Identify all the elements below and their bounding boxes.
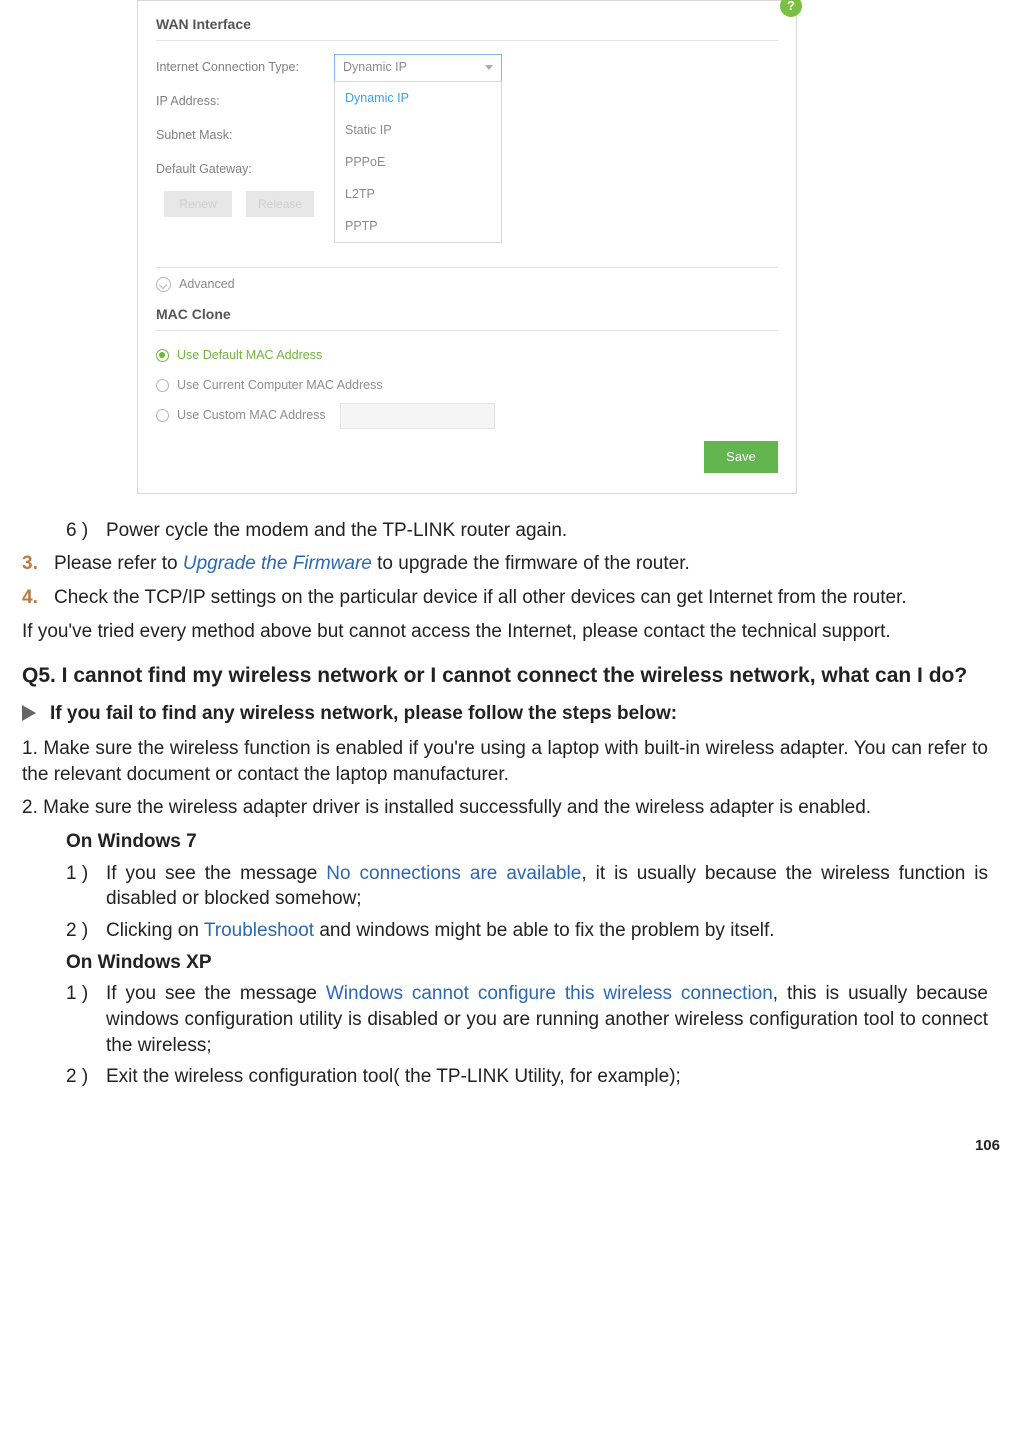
connection-type-select[interactable]: Dynamic IP	[334, 54, 502, 82]
option-dynamic-ip[interactable]: Dynamic IP	[335, 82, 501, 114]
section-wan-interface: WAN Interface	[156, 7, 778, 41]
radio-icon	[156, 379, 169, 392]
list-marker: 6 )	[66, 518, 94, 544]
option-l2tp[interactable]: L2TP	[335, 178, 501, 210]
list-marker: 1 )	[66, 981, 94, 1058]
numbered-paragraph: 1. Make sure the wireless function is en…	[22, 736, 988, 787]
connection-type-dropdown: Dynamic IP Static IP PPPoE L2TP PPTP	[334, 81, 502, 243]
step-text: Power cycle the modem and the TP-LINK ro…	[106, 518, 567, 544]
radio-icon	[156, 409, 169, 422]
mac-option-default[interactable]: Use Default MAC Address	[156, 341, 778, 371]
list-marker: 4.	[22, 585, 44, 611]
mac-option-label: Use Custom MAC Address	[177, 407, 326, 424]
mac-option-label: Use Default MAC Address	[177, 347, 322, 364]
os-heading-win7: On Windows 7	[66, 829, 988, 855]
ui-message-text: No connections are available	[326, 863, 581, 884]
mac-option-custom[interactable]: Use Custom MAC Address	[156, 401, 778, 431]
link-upgrade-firmware[interactable]: Upgrade the Firmware	[183, 553, 372, 574]
option-static-ip[interactable]: Static IP	[335, 114, 501, 146]
subheading: If you fail to find any wireless network…	[50, 701, 677, 727]
renew-button[interactable]: Renew	[164, 191, 232, 217]
custom-mac-input[interactable]	[340, 403, 495, 429]
step-text: Exit the wireless configuration tool( th…	[106, 1064, 681, 1090]
paragraph: If you've tried every method above but c…	[22, 619, 988, 645]
list-item-text: Please refer to Upgrade the Firmware to …	[54, 551, 690, 577]
label-ip-address: IP Address:	[156, 93, 334, 110]
option-pppoe[interactable]: PPPoE	[335, 146, 501, 178]
numbered-paragraph: 2. Make sure the wireless adapter driver…	[22, 795, 988, 821]
triangle-bullet-icon	[22, 705, 36, 721]
release-button[interactable]: Release	[246, 191, 314, 217]
expand-icon	[156, 277, 171, 292]
label-connection-type: Internet Connection Type:	[156, 59, 334, 76]
list-marker: 2 )	[66, 918, 94, 944]
document-body: 6 ) Power cycle the modem and the TP-LIN…	[0, 494, 1010, 1106]
advanced-toggle[interactable]: Advanced	[156, 267, 778, 297]
chevron-down-icon	[485, 65, 493, 70]
connection-type-value: Dynamic IP	[343, 59, 407, 76]
step-text: Clicking on Troubleshoot and windows mig…	[106, 918, 775, 944]
save-button[interactable]: Save	[704, 441, 778, 473]
ui-message-text: Windows cannot configure this wireless c…	[326, 983, 773, 1004]
radio-icon	[156, 349, 169, 362]
mac-option-current[interactable]: Use Current Computer MAC Address	[156, 371, 778, 401]
step-text: If you see the message No connections ar…	[106, 861, 988, 912]
os-heading-winxp: On Windows XP	[66, 950, 988, 976]
ui-message-text: Troubleshoot	[204, 920, 314, 941]
advanced-label: Advanced	[179, 276, 235, 293]
list-marker: 2 )	[66, 1064, 94, 1090]
help-icon[interactable]: ?	[780, 0, 802, 17]
section-mac-clone: MAC Clone	[156, 297, 778, 331]
label-default-gateway: Default Gateway:	[156, 161, 334, 178]
list-marker: 1 )	[66, 861, 94, 912]
page-number: 106	[0, 1106, 1010, 1164]
step-text: If you see the message Windows cannot co…	[106, 981, 988, 1058]
mac-option-label: Use Current Computer MAC Address	[177, 377, 383, 394]
question-heading: Q5. I cannot find my wireless network or…	[22, 662, 988, 690]
router-settings-panel: ? WAN Interface Internet Connection Type…	[137, 0, 797, 494]
option-pptp[interactable]: PPTP	[335, 210, 501, 242]
list-marker: 3.	[22, 551, 44, 577]
list-item-text: Check the TCP/IP settings on the particu…	[54, 585, 907, 611]
label-subnet-mask: Subnet Mask:	[156, 127, 334, 144]
